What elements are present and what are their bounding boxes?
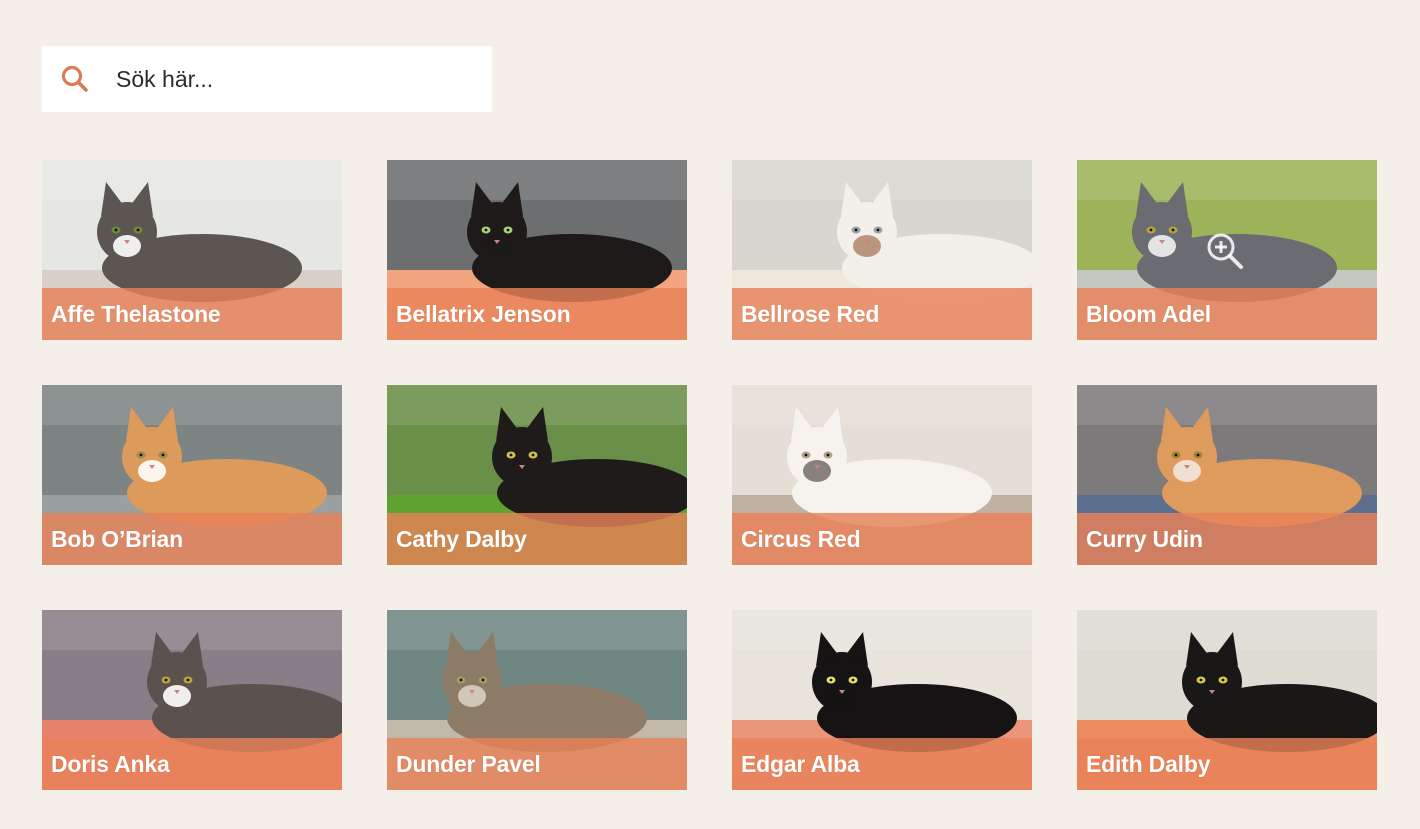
cat-name-banner: Doris Anka [42,738,342,790]
cat-name: Bellrose Red [741,300,880,327]
cat-name: Doris Anka [51,750,170,777]
cat-name-banner: Edgar Alba [732,738,1032,790]
cat-name: Affe Thelastone [51,300,221,327]
cat-card[interactable]: Affe Thelastone [42,160,342,340]
cat-card[interactable]: Cathy Dalby [387,385,687,565]
cat-card[interactable]: Edith Dalby [1077,610,1377,790]
cat-name: Bellatrix Jenson [396,300,571,327]
cat-card[interactable]: Bellrose Red [732,160,1032,340]
cat-name-banner: Dunder Pavel [387,738,687,790]
cat-card[interactable]: Circus Red [732,385,1032,565]
cat-card[interactable]: Bloom Adel [1077,160,1377,340]
cat-name-banner: Bellrose Red [732,288,1032,340]
cat-name: Edgar Alba [741,750,860,777]
cat-card[interactable]: Curry Udin [1077,385,1377,565]
cat-name: Edith Dalby [1086,750,1211,777]
search-input[interactable] [116,65,456,93]
cat-card[interactable]: Edgar Alba [732,610,1032,790]
cat-name: Circus Red [741,525,861,552]
cat-card[interactable]: Dunder Pavel [387,610,687,790]
cat-name: Curry Udin [1086,525,1203,552]
cat-name-banner: Bellatrix Jenson [387,288,687,340]
cat-gallery: Affe Thelastone Bellatrix Jenson Bellrose … [42,160,1377,790]
cat-name: Bob O’Brian [51,525,183,552]
cat-name-banner: Affe Thelastone [42,288,342,340]
cat-card[interactable]: Bob O’Brian [42,385,342,565]
cat-name-banner: Cathy Dalby [387,513,687,565]
cat-name-banner: Edith Dalby [1077,738,1377,790]
cat-name: Bloom Adel [1086,300,1211,327]
cat-name-banner: Circus Red [732,513,1032,565]
cat-name-banner: Bob O’Brian [42,513,342,565]
cat-name-banner: Bloom Adel [1077,288,1377,340]
cat-card[interactable]: Bellatrix Jenson [387,160,687,340]
cat-name: Cathy Dalby [396,525,527,552]
cat-card[interactable]: Doris Anka [42,610,342,790]
search-box[interactable] [42,46,492,112]
search-icon[interactable] [60,64,90,94]
cat-name-banner: Curry Udin [1077,513,1377,565]
cat-name: Dunder Pavel [396,750,541,777]
zoom-in-icon[interactable] [1204,230,1246,272]
